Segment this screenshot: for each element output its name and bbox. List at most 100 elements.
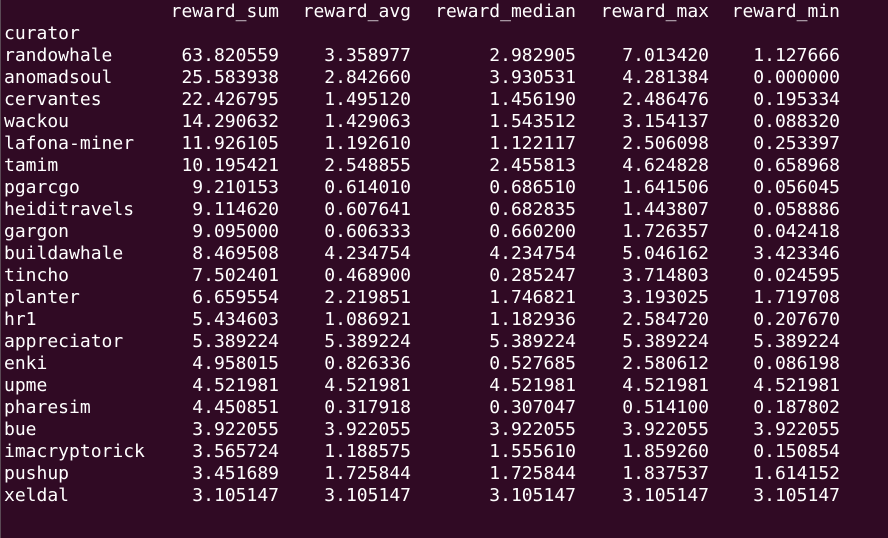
- curator-name: anomadsoul: [4, 67, 113, 88]
- reward-median-cell: 4.521981: [489, 375, 576, 396]
- terminal-output[interactable]: reward_sum reward_avg reward_median rewa…: [0, 0, 888, 538]
- column-header-reward-min: reward_min: [731, 1, 840, 22]
- reward-avg-cell: 4.521981: [324, 375, 411, 396]
- reward-sum-cell: 22.426795: [181, 89, 279, 110]
- reward-sum-cell: 4.521981: [192, 375, 279, 396]
- reward-avg-cell: 2.548855: [324, 155, 411, 176]
- reward-sum-cell: 4.958015: [192, 353, 279, 374]
- curator-name: lafona-miner: [4, 133, 135, 154]
- curator-name: pharesim: [4, 397, 91, 418]
- reward-min-cell: 1.614152: [753, 463, 840, 484]
- reward-max-cell: 4.281384: [622, 67, 709, 88]
- curator-name: planter: [4, 287, 80, 308]
- reward-avg-cell: 0.614010: [324, 177, 411, 198]
- header-row: reward_sum reward_avg reward_median rewa…: [4, 1, 840, 23]
- reward-min-cell: 4.521981: [753, 375, 840, 396]
- reward-sum-cell: 10.195421: [181, 155, 279, 176]
- curator-name: gargon: [4, 221, 70, 242]
- reward-max-cell: 7.013420: [622, 45, 709, 66]
- reward-max-cell: 1.443807: [622, 199, 709, 220]
- reward-min-cell: 3.105147: [753, 485, 840, 506]
- curator-name: heiditravels: [4, 199, 135, 220]
- reward-max-cell: 3.714803: [622, 265, 709, 286]
- reward-median-cell: 1.725844: [489, 463, 576, 484]
- reward-max-cell: 1.837537: [622, 463, 709, 484]
- reward-avg-cell: 1.725844: [324, 463, 411, 484]
- curator-name: wackou: [4, 111, 70, 132]
- reward-avg-cell: 1.495120: [324, 89, 411, 110]
- reward-avg-cell: 0.317918: [324, 397, 411, 418]
- reward-max-cell: 0.514100: [622, 397, 709, 418]
- curator-name: enki: [4, 353, 48, 374]
- curator-name: appreciator: [4, 331, 124, 352]
- curator-name: randowhale: [4, 45, 113, 66]
- reward-median-cell: 0.285247: [489, 265, 576, 286]
- reward-min-cell: 0.024595: [753, 265, 840, 286]
- reward-sum-cell: 9.114620: [192, 199, 279, 220]
- index-name-row: curator: [4, 23, 80, 45]
- reward-median-cell: 3.922055: [489, 419, 576, 440]
- reward-median-cell: 2.455813: [489, 155, 576, 176]
- reward-median-cell: 0.527685: [489, 353, 576, 374]
- curator-name: upme: [4, 375, 48, 396]
- reward-max-cell: 1.859260: [622, 441, 709, 462]
- reward-median-cell: 2.982905: [489, 45, 576, 66]
- curator-name: hr1: [4, 309, 37, 330]
- reward-avg-cell: 1.086921: [324, 309, 411, 330]
- index-name-label: curator: [4, 23, 80, 44]
- reward-avg-cell: 3.358977: [324, 45, 411, 66]
- reward-max-cell: 5.389224: [622, 331, 709, 352]
- curator-name: tamim: [4, 155, 59, 176]
- reward-avg-cell: 3.105147: [324, 485, 411, 506]
- reward-median-cell: 1.456190: [489, 89, 576, 110]
- reward-sum-cell: 4.450851: [192, 397, 279, 418]
- curator-name: pgarcgo: [4, 177, 80, 198]
- reward-avg-cell: 0.606333: [324, 221, 411, 242]
- reward-avg-cell: 2.219851: [324, 287, 411, 308]
- reward-sum-cell: 3.922055: [192, 419, 279, 440]
- reward-avg-cell: 2.842660: [324, 67, 411, 88]
- reward-min-cell: 0.150854: [753, 441, 840, 462]
- reward-min-cell: 1.719708: [753, 287, 840, 308]
- reward-sum-cell: 7.502401: [192, 265, 279, 286]
- reward-sum-cell: 9.210153: [192, 177, 279, 198]
- reward-sum-cell: 3.451689: [192, 463, 279, 484]
- reward-min-cell: 0.195334: [753, 89, 840, 110]
- curator-name: imacryptorick: [4, 441, 145, 462]
- reward-min-cell: 0.658968: [753, 155, 840, 176]
- curator-name: pushup: [4, 463, 70, 484]
- reward-sum-cell: 3.105147: [192, 485, 279, 506]
- reward-max-cell: 2.584720: [622, 309, 709, 330]
- reward-median-cell: 4.234754: [489, 243, 576, 264]
- reward-sum-cell: 6.659554: [192, 287, 279, 308]
- reward-median-cell: 1.182936: [489, 309, 576, 330]
- reward-min-cell: 0.042418: [753, 221, 840, 242]
- column-header-reward-avg: reward_avg: [302, 1, 411, 22]
- reward-max-cell: 3.922055: [622, 419, 709, 440]
- reward-min-cell: 3.922055: [753, 419, 840, 440]
- reward-min-cell: 0.187802: [753, 397, 840, 418]
- reward-avg-cell: 4.234754: [324, 243, 411, 264]
- reward-avg-cell: 3.922055: [324, 419, 411, 440]
- column-header-reward-sum: reward_sum: [170, 1, 279, 22]
- curator-name: tincho: [4, 265, 70, 286]
- reward-max-cell: 5.046162: [622, 243, 709, 264]
- reward-median-cell: 0.660200: [489, 221, 576, 242]
- reward-min-cell: 0.086198: [753, 353, 840, 374]
- reward-min-cell: 0.000000: [753, 67, 840, 88]
- reward-sum-cell: 5.434603: [192, 309, 279, 330]
- reward-median-cell: 1.122117: [489, 133, 576, 154]
- reward-sum-cell: 14.290632: [181, 111, 279, 132]
- reward-sum-cell: 5.389224: [192, 331, 279, 352]
- reward-median-cell: 0.686510: [489, 177, 576, 198]
- reward-min-cell: 0.056045: [753, 177, 840, 198]
- reward-min-cell: 5.389224: [753, 331, 840, 352]
- column-header-reward-max: reward_max: [600, 1, 709, 22]
- curator-name: cervantes: [4, 89, 102, 110]
- reward-max-cell: 2.580612: [622, 353, 709, 374]
- reward-max-cell: 1.641506: [622, 177, 709, 198]
- reward-sum-cell: 63.820559: [181, 45, 279, 66]
- reward-sum-cell: 11.926105: [181, 133, 279, 154]
- curator-name: buildawhale: [4, 243, 124, 264]
- reward-min-cell: 0.058886: [753, 199, 840, 220]
